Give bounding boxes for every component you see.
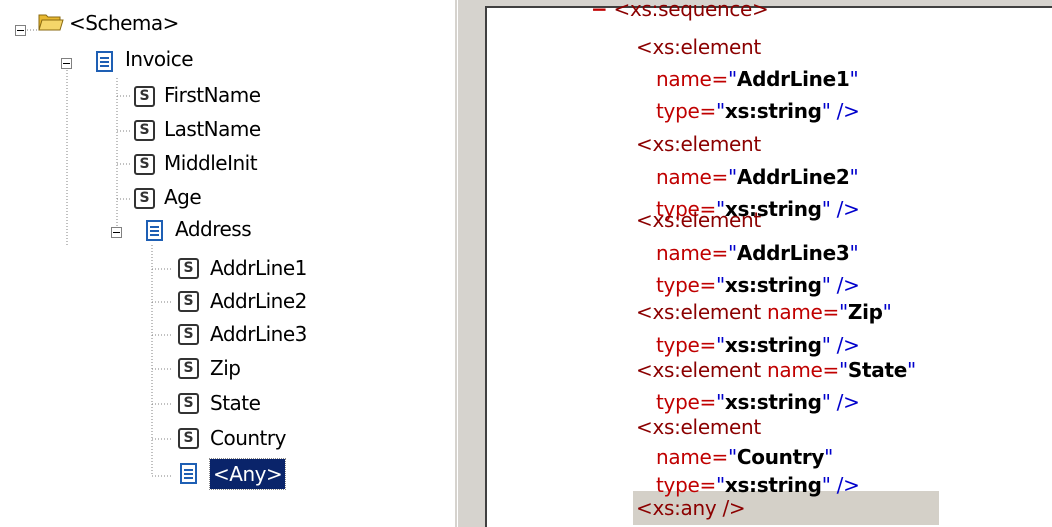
xml-element-open: <xs:element [636, 35, 761, 59]
document-icon [96, 51, 113, 72]
schema-tree-pane[interactable]: <Schema> Invoice S FirstName S LastName … [0, 0, 455, 527]
xml-any-element: <xs:any /> [636, 496, 746, 520]
tree-node-age[interactable]: Age [164, 182, 202, 212]
tree-node-country[interactable]: Country [210, 423, 286, 453]
xml-element-open: <xs:element [636, 415, 761, 439]
document-icon [146, 220, 163, 241]
pane-splitter[interactable] [455, 0, 471, 527]
element-icon: S [178, 291, 199, 312]
collapse-address-toggle[interactable] [111, 227, 122, 238]
collapse-schema-toggle[interactable] [15, 25, 26, 36]
tree-node-firstname[interactable]: FirstName [164, 80, 261, 110]
tree-node-state[interactable]: State [210, 388, 261, 418]
xml-name-attr: name="AddrLine2" [656, 165, 859, 189]
xml-element-zip: <xs:element name="Zip" [636, 300, 892, 324]
xml-name-attr: name="AddrLine1" [656, 67, 859, 91]
xml-name-attr: name="AddrLine3" [656, 241, 859, 265]
element-icon: S [134, 188, 155, 209]
tree-node-addrline3[interactable]: AddrLine3 [210, 319, 307, 349]
xml-element-open: <xs:element [636, 208, 761, 232]
xml-element-state: <xs:element name="State" [636, 358, 916, 382]
element-icon: S [178, 324, 199, 345]
folder-open-icon [38, 14, 64, 31]
xml-type-attr: type="xs:string" /> [656, 99, 860, 123]
xml-element-open: <xs:element [636, 132, 761, 156]
element-icon: S [178, 428, 199, 449]
element-icon: S [134, 120, 155, 141]
tree-node-schema[interactable]: <Schema> [69, 8, 179, 38]
xml-sequence-line: − <xs:sequence> [591, 0, 769, 26]
element-icon: S [134, 86, 155, 107]
tree-node-zip[interactable]: Zip [210, 353, 241, 383]
element-icon: S [178, 393, 199, 414]
collapse-invoice-toggle[interactable] [61, 58, 72, 69]
tree-node-lastname[interactable]: LastName [164, 114, 261, 144]
tree-node-any[interactable]: <Any> [208, 458, 287, 490]
tree-node-middleinit[interactable]: MiddleInit [164, 148, 258, 178]
tree-node-invoice[interactable]: Invoice [125, 44, 194, 74]
tree-node-addrline2[interactable]: AddrLine2 [210, 286, 307, 316]
document-icon [180, 463, 197, 484]
element-icon: S [178, 358, 199, 379]
collapse-marker[interactable]: − [591, 0, 608, 21]
element-icon: S [178, 258, 199, 279]
tree-node-address[interactable]: Address [175, 214, 252, 244]
xml-source-pane[interactable]: − <xs:sequence> <xs:element name="AddrLi… [471, 0, 1052, 527]
tree-node-addrline1[interactable]: AddrLine1 [210, 253, 307, 283]
element-icon: S [134, 154, 155, 175]
